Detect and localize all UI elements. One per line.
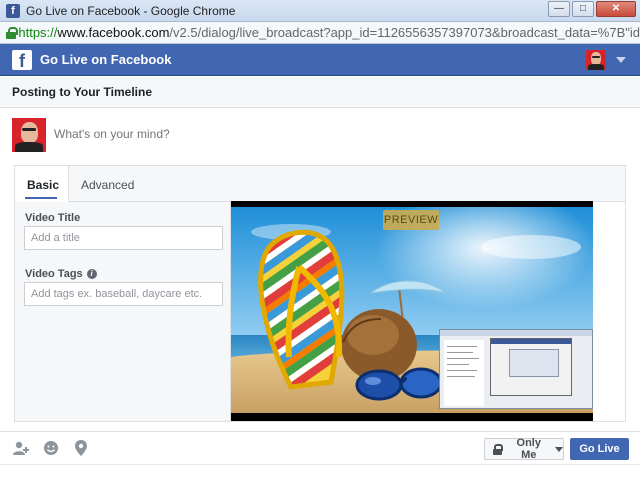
thumb-text-line [447,376,475,377]
video-title-input[interactable] [24,226,223,250]
privacy-label: Only Me [516,437,541,461]
dialog-bottom-area [0,464,640,499]
url-path: /v2.5/dialog/live_broadcast?app_id=11265… [169,25,640,40]
thumb-text-line [447,352,473,353]
broadcast-settings-panel: Basic Advanced Video Title Video Tags i [14,165,626,422]
header-avatar[interactable] [586,50,606,70]
preview-badge: PREVIEW [383,210,439,230]
thumb-dialog-preview [509,349,559,377]
status-input[interactable] [54,127,614,141]
url-host: www.facebook.com [57,25,170,40]
window-title: Go Live on Facebook - Google Chrome [26,3,236,18]
thumb-dialog [490,338,572,396]
url-scheme: https:// [18,25,58,40]
composer-avatar [12,118,46,152]
video-details-form: Video Title Video Tags i [15,202,231,421]
facebook-favicon-icon: f [6,3,20,18]
privacy-selector-button[interactable]: Only Me [484,437,564,461]
avatar-face [20,122,38,144]
close-window-button[interactable]: ✕ [596,1,636,17]
video-preview: PREVIEW [231,201,593,421]
thumb-text-line [447,358,479,359]
video-tags-label-row: Video Tags i [25,268,97,280]
facebook-header: f Go Live on Facebook [0,44,640,76]
info-icon[interactable]: i [86,269,97,279]
avatar-face [591,52,601,65]
composer-toolbar: Only Me Go Live [0,431,640,463]
tab-basic[interactable]: Basic [15,166,69,203]
maximize-button[interactable]: □ [572,1,594,17]
avatar-body [15,142,43,152]
thumb-page [444,340,484,406]
window-controls: — □ ✕ [548,1,636,17]
chevron-down-icon [555,446,563,452]
go-live-button[interactable]: Go Live [570,438,629,460]
status-composer [0,108,640,164]
thumb-dialog-header [491,339,571,344]
address-bar[interactable]: https:// www.facebook.com /v2.5/dialog/l… [0,22,640,44]
thumb-text-line [447,364,469,365]
facebook-logo-icon: f [12,49,32,70]
minimize-button[interactable]: — [548,1,570,17]
account-menu-chevron-down-icon[interactable] [616,57,626,63]
location-icon[interactable] [72,439,90,457]
desktop-screen-preview [439,329,593,409]
video-title-label: Video Title [25,212,81,224]
video-tags-input[interactable] [24,282,223,306]
thumb-text-line [447,370,477,371]
avatar-body [588,64,604,70]
feeling-icon[interactable] [42,439,60,457]
thumb-text-line [447,346,477,347]
secure-lock-icon [6,26,19,39]
posting-destination-bar: Posting to Your Timeline [0,77,640,108]
video-tags-label: Video Tags [25,268,83,280]
dialog-title: Go Live on Facebook [40,52,172,67]
lock-icon [493,443,503,455]
thumb-toolbar [440,330,592,336]
settings-tabs: Basic Advanced [15,166,625,203]
browser-title-bar: f Go Live on Facebook - Google Chrome — … [0,0,640,22]
tab-advanced[interactable]: Advanced [81,166,134,202]
tag-people-icon[interactable] [12,439,30,457]
